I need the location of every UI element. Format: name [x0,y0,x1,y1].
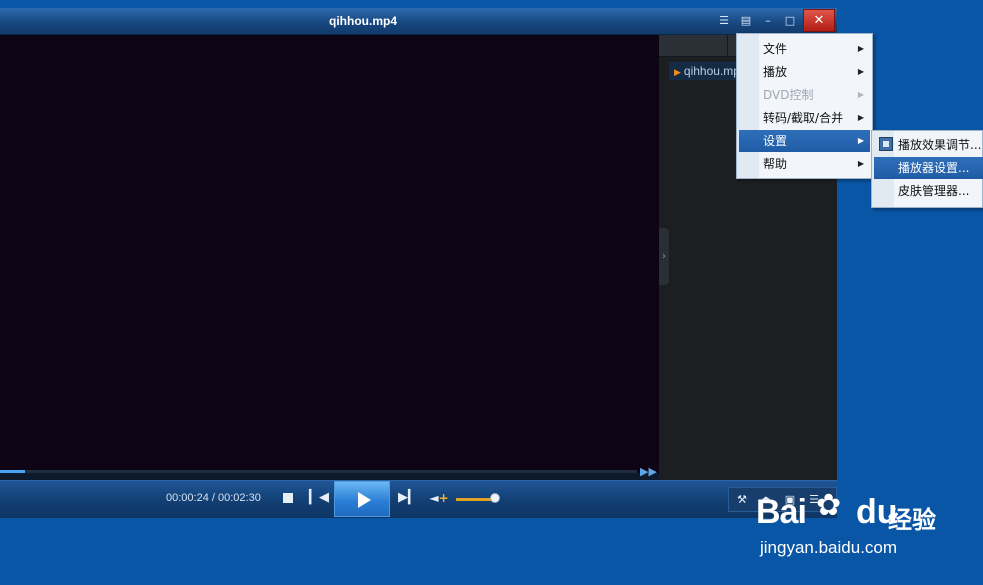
play-icon [358,492,371,508]
playlist-item-label: qihhou.mp4 [683,64,741,78]
volume-knob[interactable] [490,493,500,503]
play-button[interactable] [334,481,390,517]
baidu-jingyan-watermark: Bai ✿ du 经验 jingyan.baidu.com [756,488,936,557]
menu-item-transcode[interactable]: 转码/截取/合并 ▶ [739,107,870,129]
menu-item-dvd-control[interactable]: DVD控制 ▶ [739,84,870,106]
stop-button[interactable] [281,491,295,505]
now-playing-icon: ▶ [674,67,681,77]
stop-icon [283,493,293,503]
main-menu: 文件 ▶ 播放 ▶ DVD控制 ▶ 转码/截取/合并 ▶ 设置 ▶ 帮助 ▶ [736,33,873,179]
settings-submenu: 播放效果调节... 播放器设置... 皮肤管理器... [871,130,983,208]
window-title: qihhou.mp4 [329,14,397,28]
volume-icon[interactable]: ◄+ [428,489,450,507]
submenu-item-playback-effects[interactable]: 播放效果调节... [874,134,983,156]
menu-item-file[interactable]: 文件 ▶ [739,38,870,60]
progress-fill [0,470,25,473]
next-button[interactable]: ▶▎ [398,489,418,507]
progress-bar[interactable] [0,470,637,473]
submenu-arrow-icon: ▶ [857,113,864,122]
submenu-item-skin-manager[interactable]: 皮肤管理器... [874,180,983,202]
submenu-arrow-icon: ▶ [857,136,864,145]
control-bar: 00:00:24 / 00:02:30 ▎◀ ▶▎ ◄+ ⚒ ⏏ ▣ ☰ [0,480,837,518]
time-display: 00:00:24 / 00:02:30 [166,492,261,504]
wrench-icon[interactable]: ⚒ [731,491,753,509]
submenu-arrow-icon: ▶ [857,159,864,168]
previous-button[interactable]: ▎◀ [309,489,329,507]
collapse-playlist-button[interactable]: › [659,228,669,285]
minimize-button[interactable]: – [757,11,779,31]
menu-item-help[interactable]: 帮助 ▶ [739,153,870,175]
title-bar[interactable]: qihhou.mp4 ☰ ▤ – □ ✕ [0,8,837,35]
close-button[interactable]: ✕ [803,9,835,32]
video-area[interactable] [0,35,659,473]
submenu-arrow-icon: ▶ [857,44,864,53]
submenu-arrow-icon: ▶ [857,90,864,99]
fast-forward-icon[interactable]: ▶▶ [640,465,657,478]
player-window: qihhou.mp4 ☰ ▤ – □ ✕ ▶▶ ▶ qihhou.mp4 › 00… [0,8,837,518]
maximize-button[interactable]: □ [779,11,801,31]
menu-item-settings[interactable]: 设置 ▶ [739,130,870,152]
menu-item-play[interactable]: 播放 ▶ [739,61,870,83]
playlist-item[interactable]: ▶ qihhou.mp4 [669,62,741,80]
submenu-item-player-settings[interactable]: 播放器设置... [874,157,983,179]
settings-panel-icon [879,137,893,151]
feedback-icon[interactable]: ☰ [713,11,735,31]
baidu-paw-icon: ✿ [816,488,842,523]
mini-mode-icon[interactable]: ▤ [735,11,757,31]
submenu-arrow-icon: ▶ [857,67,864,76]
